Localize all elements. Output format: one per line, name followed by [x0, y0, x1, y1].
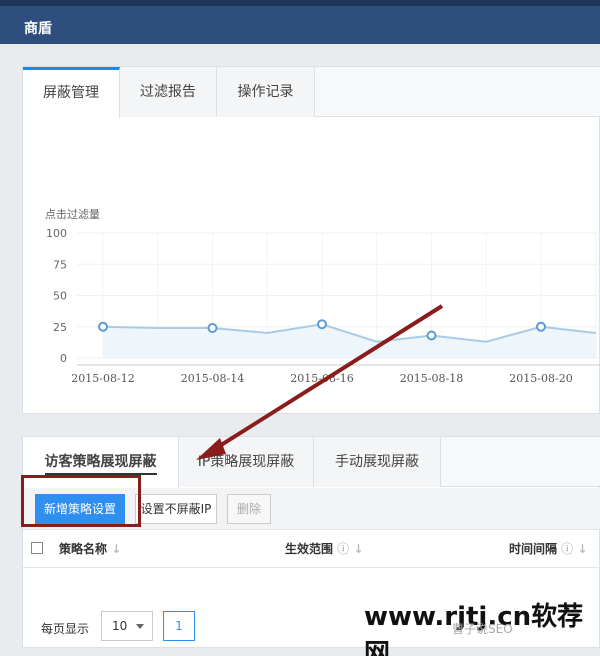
data-point [207, 323, 218, 333]
tab-label: 过滤报告 [140, 84, 196, 100]
tab-operation-log[interactable]: 操作记录 [217, 67, 315, 117]
chevron-down-icon [136, 624, 144, 629]
per-page-label: 每页显示 [41, 622, 90, 636]
column-label: 生效范围 [285, 542, 334, 556]
no-block-ip-button[interactable]: 设置不屏蔽IP [135, 494, 217, 524]
x-tick-label: 2015-08-12 [71, 372, 134, 385]
data-point [98, 321, 108, 332]
column-label: 策略名称 [59, 542, 108, 556]
sort-down-icon[interactable]: ↓ [111, 542, 121, 556]
wechat-watermark: 曹子说SEO [452, 622, 513, 636]
sort-down-icon[interactable]: ↓ [577, 542, 587, 556]
tab-block-management[interactable]: 屏蔽管理 [23, 67, 120, 118]
column-label: 时间间隔 [509, 542, 558, 556]
y-tick-label: 50 [53, 290, 67, 303]
y-axis-label: 点击过滤量 [45, 208, 100, 221]
tab-ip-policy[interactable]: IP策略展现屏蔽 [179, 437, 314, 487]
report-panel: 屏蔽管理 过滤报告 操作记录 点击过滤量 100 75 50 25 0 2015-08-12… [22, 66, 600, 414]
per-page-select[interactable]: 10 [101, 611, 153, 641]
data-point [317, 319, 327, 330]
tab-label: 屏蔽管理 [43, 85, 99, 101]
sort-down-icon[interactable]: ↓ [353, 542, 363, 556]
tab-label: IP策略展现屏蔽 [197, 454, 295, 470]
y-tick-label: 25 [53, 321, 67, 334]
main-tabs: 屏蔽管理 过滤报告 操作记录 [23, 67, 600, 118]
data-point [426, 330, 437, 341]
column-interval[interactable]: 时间间隔 ⓘ ↓ [509, 540, 587, 557]
y-tick-label: 75 [53, 258, 67, 271]
per-page-value: 10 [112, 619, 128, 633]
chart-canvas: 点击过滤量 100 75 50 25 0 2015-08-12 2015-08-14 2015-… [45, 208, 600, 385]
x-tick-label: 2015-08-18 [400, 372, 463, 385]
tab-label: 手动展现屏蔽 [335, 454, 419, 470]
page-button-1[interactable]: 1 [163, 611, 195, 641]
x-tick-label: 2015-08-20 [509, 372, 572, 385]
x-tick-label: 2015-08-14 [181, 372, 244, 385]
delete-button[interactable]: 删除 [227, 494, 271, 524]
help-circle-icon[interactable]: ⓘ [561, 542, 573, 556]
data-point [536, 321, 546, 332]
tab-filter-report[interactable]: 过滤报告 [120, 67, 217, 117]
top-bar: 商盾 [0, 0, 600, 44]
y-tick-label: 0 [60, 352, 67, 365]
table-header: 策略名称 ↓ 生效范围 ⓘ ↓ 时间间隔 ⓘ ↓ [23, 530, 600, 568]
annotation-highlight-box [21, 475, 141, 527]
x-tick-label: 2015-08-16 [290, 372, 353, 385]
tab-label: 访客策略展现屏蔽 [44, 454, 157, 475]
left-margin [0, 44, 22, 656]
select-all-checkbox[interactable] [31, 542, 43, 554]
column-policy-name[interactable]: 策略名称 ↓ [59, 540, 121, 557]
app-title: 商盾 [24, 21, 52, 37]
click-filter-chart: 点击过滤量 100 75 50 25 0 2015-08-12 2015-08-14 2015-… [23, 153, 600, 415]
help-circle-icon[interactable]: ⓘ [337, 542, 349, 556]
tab-label: 操作记录 [237, 84, 294, 100]
tab-manual-block[interactable]: 手动展现屏蔽 [314, 437, 441, 487]
y-tick-label: 100 [46, 227, 67, 240]
column-scope[interactable]: 生效范围 ⓘ ↓ [285, 540, 363, 557]
series-area [103, 324, 596, 358]
